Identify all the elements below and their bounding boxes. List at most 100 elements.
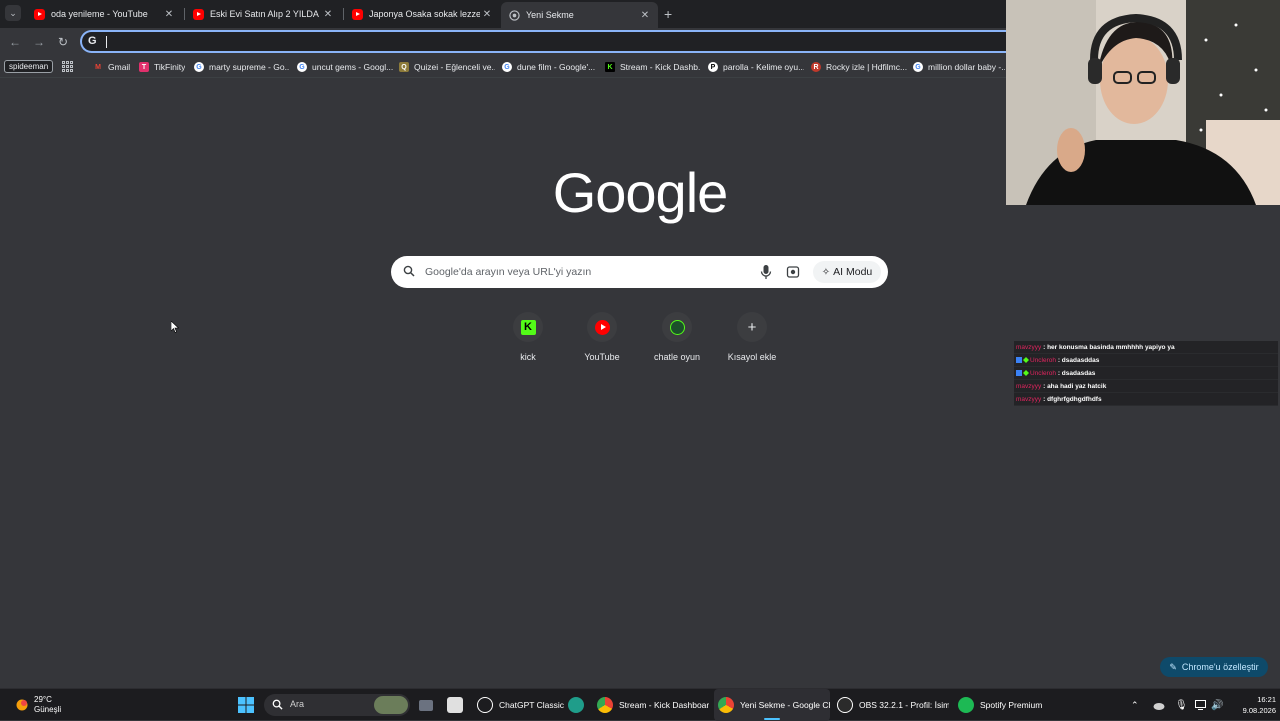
chat-username: Uncleroh (1030, 369, 1057, 377)
tab-title: Yeni Sekme (526, 10, 574, 20)
taskbar-search[interactable]: Ara (264, 694, 410, 716)
apps-grid-icon[interactable] (62, 61, 73, 72)
tikfinity-icon: T (139, 62, 149, 72)
taskbar-app-label: Spotify Premium (980, 700, 1043, 710)
edge-icon (568, 697, 584, 713)
chevron-up-icon[interactable]: ⌃ (1131, 689, 1139, 721)
taskbar-app-chrome-active[interactable]: Yeni Sekme - Google Ch (714, 689, 830, 721)
google-icon: G (194, 62, 204, 72)
chat-text: her konusma basinda mmhhhh yapiyo ya (1047, 343, 1175, 351)
taskbar-app-spotify[interactable]: Spotify Premium (958, 689, 1042, 721)
weather-condition: Güneşli (34, 705, 62, 714)
shortcut-label: YouTube (584, 352, 620, 362)
close-icon[interactable]: ✕ (638, 10, 652, 21)
tab-title: Eski Evi Satın Alıp 2 YILDA Resto (210, 9, 321, 19)
moderator-badge-icon (1016, 357, 1022, 363)
network-icon[interactable] (1195, 689, 1206, 721)
youtube-icon (352, 8, 363, 20)
search-placeholder: Google'da arayın veya URL'yi yazın (425, 266, 592, 278)
tab-1[interactable]: Eski Evi Satın Alıp 2 YILDA Resto ✕ (185, 3, 341, 25)
tab-2[interactable]: Japonya Osaka sokak lezzetleri ✕ (344, 3, 500, 25)
close-icon[interactable]: ✕ (480, 9, 494, 20)
microphone-icon[interactable] (759, 264, 773, 280)
taskbar-app-obs[interactable]: OBS 32.2.1 - Profil: İsims (837, 689, 949, 721)
microphone-icon[interactable]: 🎙 (1175, 689, 1188, 721)
bookmark-gmail[interactable]: M Gmail (93, 60, 130, 74)
shortcut-label: chatle oyun (653, 352, 701, 362)
start-button[interactable] (238, 689, 254, 721)
bookmark-item[interactable]: Q Quizei - Eğlenceli ve... (399, 60, 495, 74)
bookmark-tikfinity[interactable]: T TikFinity (139, 60, 185, 74)
weather-temp: 29°C (34, 695, 52, 704)
shortcut-tile[interactable]: YouTube (570, 312, 634, 362)
mouse-cursor-icon (171, 321, 179, 333)
chrome-icon (509, 9, 520, 21)
bookmark-item[interactable]: K Stream - Kick Dashb... (605, 60, 701, 74)
chat-text: dfghrfgdhgdfhdfs (1047, 395, 1102, 403)
bookmark-item[interactable]: G marty supreme - Go... (194, 60, 290, 74)
bookmark-label: Quizei - Eğlenceli ve... (414, 62, 495, 72)
taskbar-app-chatgpt[interactable]: ChatGPT Classic (477, 689, 564, 721)
onedrive-icon[interactable] (1152, 689, 1165, 721)
chat-username: Uncleroh (1030, 356, 1057, 364)
shortcut-tile[interactable]: K kick (496, 312, 560, 362)
pencil-icon: ✎ (1169, 661, 1177, 672)
search-icon (403, 265, 415, 277)
google-icon: G (88, 35, 97, 47)
bookmark-label: Gmail (108, 62, 131, 72)
new-tab-button[interactable]: + (664, 6, 672, 22)
customize-chrome-button[interactable]: ✎ Chrome'u özelleştir (1160, 657, 1268, 677)
search-icon (272, 699, 283, 710)
chat-username: mavzyyy (1016, 343, 1042, 351)
tab-search-button[interactable]: ⌄ (5, 5, 21, 21)
bookmark-label: TikFinity (154, 62, 186, 72)
reload-icon[interactable]: ↻ (55, 34, 71, 50)
volume-icon[interactable]: 🔊 (1211, 689, 1223, 721)
google-icon: G (297, 62, 307, 72)
taskbar-clock[interactable]: 16:21 9.08.2026 (1226, 694, 1276, 716)
bookmark-item[interactable]: P parolla - Kelime oyu... (708, 60, 804, 74)
parolla-icon: P (708, 62, 718, 72)
ntp-search-box[interactable]: Google'da arayın veya URL'yi yazın ✧ AI … (391, 256, 888, 288)
bookmark-item[interactable]: G million dollar baby -... (913, 60, 1005, 74)
tab-3-active[interactable]: Yeni Sekme ✕ (501, 2, 658, 28)
bookmark-item[interactable]: G uncut gems - Googl... (297, 60, 393, 74)
chat-message: Uncleroh : dsadasdas (1014, 367, 1278, 380)
bookmark-label: uncut gems - Googl... (312, 62, 393, 72)
shortcut-label: kick (520, 352, 536, 362)
camera-search-icon[interactable] (786, 264, 800, 280)
bookmark-label: Rocky izle | Hdfilmc... (826, 62, 907, 72)
task-view-icon (419, 699, 433, 711)
clock-date: 9.08.2026 (1242, 706, 1276, 715)
chat-message: Uncleroh : dsadasddas (1014, 354, 1278, 367)
profile-chip[interactable]: spideeman (4, 60, 54, 73)
hdfilm-icon: R (811, 62, 821, 72)
tab-strip: ⌄ oda yenileme - YouTube ✕ Eski Evi Satı… (0, 0, 1006, 28)
windows-icon (238, 697, 254, 713)
chat-username: mavzyyy (1016, 382, 1042, 390)
shortcut-tile[interactable]: chatle oyun (645, 312, 709, 362)
chat-message: mavzyyy : dfghrfgdhgdfhdfs (1014, 393, 1278, 406)
taskbar-app-label: Stream - Kick Dashboard (619, 700, 709, 710)
ai-mode-button[interactable]: ✧ AI Modu (813, 261, 881, 283)
taskbar-app-edge[interactable] (568, 689, 590, 721)
quizei-icon: Q (399, 62, 409, 72)
bookmark-item[interactable]: R Rocky izle | Hdfilmc... (811, 60, 907, 74)
bookmark-item[interactable]: G dune film - Google'... (502, 60, 598, 74)
microsoft-store-icon (447, 697, 463, 713)
back-icon[interactable]: ← (7, 34, 23, 50)
taskview-button[interactable] (419, 689, 439, 721)
close-icon[interactable]: ✕ (321, 9, 335, 20)
bookmark-label: million dollar baby -... (928, 62, 1005, 72)
chat-message: mavzyyy : aha hadi yaz hatcik (1014, 380, 1278, 393)
kick-icon: K (513, 312, 543, 342)
tab-0[interactable]: oda yenileme - YouTube ✕ (26, 3, 182, 25)
close-icon[interactable]: ✕ (162, 9, 176, 20)
add-shortcut[interactable]: + Kısayol ekle (720, 312, 784, 362)
store-button[interactable] (447, 689, 469, 721)
forward-icon[interactable]: → (31, 34, 47, 50)
address-bar[interactable]: G (80, 30, 1006, 53)
gmail-icon: M (95, 63, 101, 71)
bookmark-label: dune film - Google'... (517, 62, 596, 72)
taskbar-app-chrome[interactable]: Stream - Kick Dashboard (597, 689, 709, 721)
